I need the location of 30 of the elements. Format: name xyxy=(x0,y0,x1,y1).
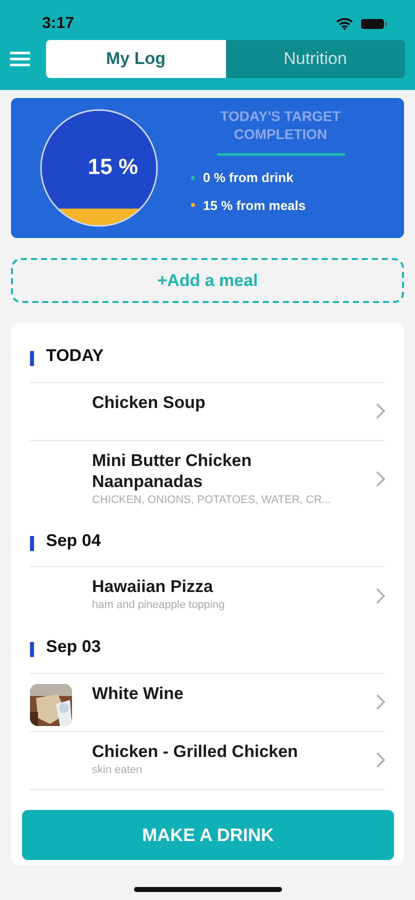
legend-label: 0 % from drink xyxy=(203,169,294,188)
item-name: White Wine xyxy=(92,682,184,704)
log-item[interactable]: Hawaiian Pizza ham and pineapple topping xyxy=(30,566,385,624)
chevron-icon xyxy=(376,752,385,768)
item-name: Hawaiian Pizza xyxy=(92,576,214,598)
log-item[interactable]: Mini Butter Chicken Naanpanadas CHICKEN, ONIONS, POTATOES, WATER, CR... xyxy=(30,440,385,518)
item-name: Chicken - Grilled Chicken xyxy=(92,740,299,762)
section-heading: Sep 03 xyxy=(46,637,101,656)
item-detail: skin eaten xyxy=(92,762,144,778)
log-item[interactable]: White Wine xyxy=(30,672,385,730)
section-heading: TODAY xyxy=(46,346,104,365)
item-detail: ham and pineapple topping xyxy=(92,598,226,614)
tab[interactable]: My Log xyxy=(46,40,226,78)
menu-icon[interactable] xyxy=(10,51,30,67)
chevron-icon xyxy=(376,588,385,604)
chevron-icon xyxy=(376,403,385,419)
item-detail: CHICKEN, ONIONS, POTATOES, WATER, CR... xyxy=(92,493,332,508)
section-heading: Sep 04 xyxy=(46,530,101,550)
item-name: Chicken Soup xyxy=(92,392,206,413)
item-name: Mini Butter Chicken Naanpanadas xyxy=(92,450,253,492)
log-item[interactable]: Chicken - Grilled Chicken skin eaten xyxy=(30,730,385,788)
battery-icon xyxy=(361,18,387,30)
progress-value: 15 % xyxy=(86,153,140,181)
summary-title: TODAY'S TARGET COMPLETION xyxy=(219,106,342,144)
chevron-icon xyxy=(376,694,385,710)
wifi-icon xyxy=(336,18,353,30)
legend-label: 15 % from meals xyxy=(203,196,306,215)
log-item[interactable]: Chicken Soup xyxy=(30,382,385,440)
chevron-icon xyxy=(376,471,385,487)
status-time: 3:17 xyxy=(42,14,74,34)
